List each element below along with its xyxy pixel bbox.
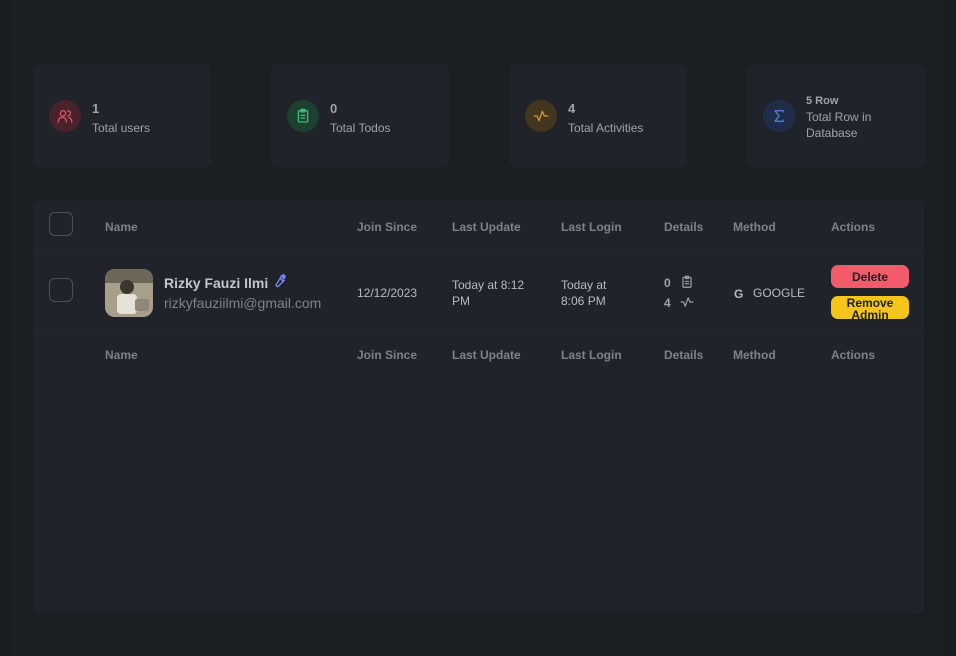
activities-count: 4: [664, 296, 671, 310]
activity-icon: [680, 295, 694, 314]
footer-actions: Actions: [831, 348, 876, 362]
dashboard-page: 1 Total users 0 Total Todos 4 Total Acti…: [14, 0, 942, 656]
header-name[interactable]: Name: [105, 220, 138, 234]
stat-card-activities: 4 Total Activities: [509, 64, 687, 167]
sigma-icon: [763, 100, 795, 132]
stat-value: 0: [330, 101, 338, 116]
clipboard-icon: [680, 275, 694, 294]
header-join-since[interactable]: Join Since: [357, 220, 417, 234]
footer-details: Details: [664, 348, 704, 362]
stat-value: 4: [568, 101, 576, 116]
remove-admin-label: Admin: [851, 308, 889, 322]
stat-label: Total Activities: [568, 121, 644, 135]
join-since: 12/12/2023: [357, 286, 418, 300]
header-actions: Actions: [831, 220, 876, 234]
stat-card-todos: 0 Total Todos: [271, 64, 449, 167]
header-method[interactable]: Method: [733, 220, 776, 234]
header-last-login[interactable]: Last Login: [561, 220, 622, 234]
google-icon: G: [734, 287, 744, 301]
stat-card-users: 1 Total users: [33, 64, 211, 167]
remove-admin-button[interactable]: Remove Admin: [831, 296, 909, 322]
footer-method: Method: [733, 348, 776, 362]
wrench-icon: [271, 273, 287, 294]
stat-card-database: 5 Row Total Row in Database: [747, 64, 925, 167]
users-table: Name Join Since Last Update Last Login D…: [33, 200, 924, 613]
users-icon: [49, 100, 81, 132]
last-update: PM: [452, 294, 470, 308]
last-update: Today at 8:12: [452, 278, 525, 292]
header-last-update[interactable]: Last Update: [452, 220, 521, 234]
stat-value: 5 Row: [806, 95, 839, 107]
header-details[interactable]: Details: [664, 220, 703, 234]
footer-join-since: Join Since: [357, 348, 418, 362]
clipboard-icon: [287, 100, 319, 132]
stat-value: 1: [92, 101, 100, 116]
user-email: rizkyfauziilmi@gmail.com: [164, 295, 322, 311]
select-all-checkbox[interactable]: [49, 212, 73, 236]
stat-label: Total Row in: [806, 110, 872, 124]
footer-last-update: Last Update: [452, 348, 521, 362]
row-divider: [33, 332, 924, 333]
delete-button[interactable]: Delete: [831, 265, 909, 288]
last-login: 8:06 PM: [561, 294, 606, 308]
login-method: GOOGLE: [753, 286, 806, 300]
stat-label: Total users: [92, 121, 151, 135]
row-select-checkbox[interactable]: [49, 278, 73, 302]
user-name: Rizky Fauzi Ilmi: [164, 275, 269, 291]
row-divider: [33, 252, 924, 253]
last-login: Today at: [561, 278, 607, 292]
footer-last-login: Last Login: [561, 348, 622, 362]
todos-count: 0: [664, 276, 671, 290]
stat-label: Total Todos: [330, 121, 391, 135]
activity-icon: [525, 100, 557, 132]
avatar[interactable]: [105, 269, 153, 317]
stat-label: Database: [806, 126, 858, 140]
footer-name: Name: [105, 348, 138, 362]
